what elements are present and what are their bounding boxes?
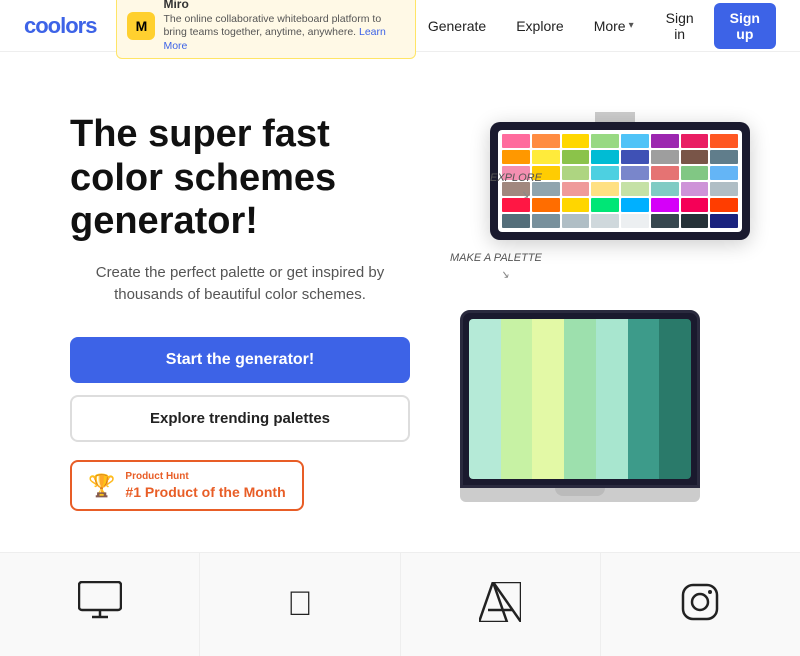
color-cell [651,150,679,164]
explore-annotation: EXPLORE ↘ [490,172,542,201]
color-cell [681,150,709,164]
color-cell [591,182,619,196]
color-cell [621,150,649,164]
monitor-icon [78,581,122,628]
color-cell [562,134,590,148]
color-cell [621,182,649,196]
color-cell [681,214,709,228]
navbar: coolors M Miro The online collaborative … [0,0,800,52]
nav-explore-button[interactable]: Explore [504,12,575,40]
miro-ad-banner[interactable]: M Miro The online collaborative whiteboa… [116,0,415,59]
color-cell [651,214,679,228]
apple-icon:  [287,585,313,624]
color-cell [562,166,590,180]
hero-title: The super fast color schemes generator! [70,113,410,244]
nav-more-button[interactable]: More ▾ [582,12,646,40]
color-cell [591,214,619,228]
product-hunt-text: Product Hunt #1 Product of the Month [125,470,285,501]
palette-column [628,319,660,479]
color-cell [651,198,679,212]
color-cell [681,134,709,148]
color-cell [591,166,619,180]
logo-apple:  [200,553,400,656]
make-palette-annotation: MAKE A PALETTE ↘ [450,252,542,281]
logo-instagram [601,553,800,656]
explore-palettes-button[interactable]: Explore trending palettes [70,395,410,442]
color-cell [621,214,649,228]
color-cell [562,198,590,212]
start-generator-button[interactable]: Start the generator! [70,337,410,383]
color-cell [532,134,560,148]
miro-icon: M [127,12,155,40]
color-cell [710,182,738,196]
palette-column [532,319,564,479]
color-cell [651,166,679,180]
color-cell [681,182,709,196]
site-logo[interactable]: coolors [24,13,96,39]
color-cell [710,214,738,228]
color-cell [532,150,560,164]
color-cell [710,134,738,148]
laptop-illustration [460,310,700,502]
miro-ad-text: Miro The online collaborative whiteboard… [163,0,404,54]
hero-illustration: EXPLORE ↘ MAKE A PALETTE ↘ [430,112,750,512]
palette-column [564,319,596,479]
color-cell [562,150,590,164]
chevron-down-icon: ▾ [629,20,634,31]
color-cell [710,198,738,212]
color-cell [532,214,560,228]
color-cell [562,214,590,228]
monitor-illustration [480,112,750,140]
color-cell [502,134,530,148]
palette-column [501,319,533,479]
color-cell [502,214,530,228]
product-hunt-badge[interactable]: 🏆 Product Hunt #1 Product of the Month [70,460,304,511]
color-cell [651,182,679,196]
color-cell [621,166,649,180]
logo-adobe [401,553,601,656]
color-cell [591,198,619,212]
color-cell [621,134,649,148]
color-cell [651,134,679,148]
color-cell [591,134,619,148]
color-cell [681,166,709,180]
logo-monitor [0,553,200,656]
adobe-icon [479,582,521,627]
nav-generate-button[interactable]: Generate [416,12,498,40]
hero-left-content: The super fast color schemes generator! … [70,113,410,511]
color-cell [710,166,738,180]
color-cell [710,150,738,164]
hero-section: The super fast color schemes generator! … [0,52,800,552]
palette-column [469,319,501,479]
instagram-icon [681,583,719,626]
color-cell [621,198,649,212]
color-cell [502,150,530,164]
signin-button[interactable]: Sign in [652,4,708,48]
hero-subtitle: Create the perfect palette or get inspir… [70,262,410,307]
logos-bar:  [0,552,800,656]
palette-column [596,319,628,479]
color-cell [681,198,709,212]
nav-links: Generate Explore More ▾ Sign in Sign up [416,3,776,49]
signup-button[interactable]: Sign up [714,3,776,49]
color-cell [591,150,619,164]
trophy-icon: 🏆 [88,473,115,499]
palette-column [659,319,691,479]
color-cell [562,182,590,196]
